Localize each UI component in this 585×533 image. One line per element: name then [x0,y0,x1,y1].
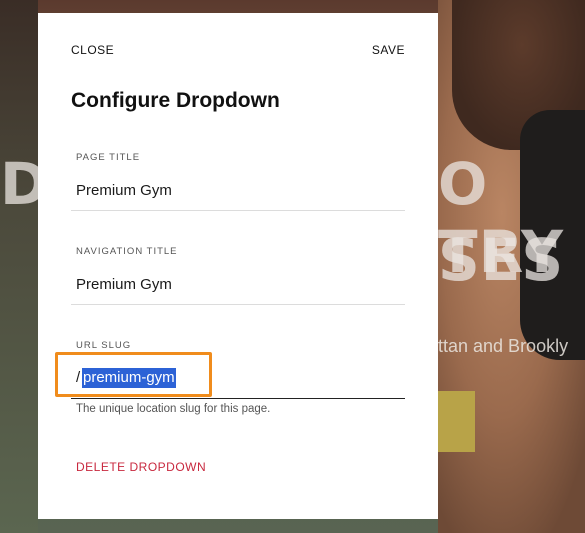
navigation-title-label: NAVIGATION TITLE [76,246,178,257]
background-headline-line2: SES [438,226,565,294]
url-slug-prefix: / [76,369,81,386]
configure-dropdown-dialog: CLOSE SAVE Configure Dropdown PAGE TITLE… [38,13,438,519]
save-button[interactable]: SAVE [372,43,405,57]
url-slug-input[interactable]: / premium-gym [71,365,405,399]
url-slug-label: URL SLUG [76,340,132,351]
url-slug-selected-text: premium-gym [82,368,176,388]
background-left-edge [0,0,38,533]
navigation-title-input[interactable] [71,265,405,305]
background-cta-button [438,391,475,452]
page-title-label: PAGE TITLE [76,152,141,163]
page-title-input[interactable] [71,171,405,211]
delete-dropdown-button[interactable]: DELETE DROPDOWN [76,460,206,474]
dialog-title: Configure Dropdown [71,89,280,112]
url-slug-helper-text: The unique location slug for this page. [76,403,271,415]
background-subline: ttan and Brookly [438,336,569,356]
close-button[interactable]: CLOSE [71,43,114,57]
